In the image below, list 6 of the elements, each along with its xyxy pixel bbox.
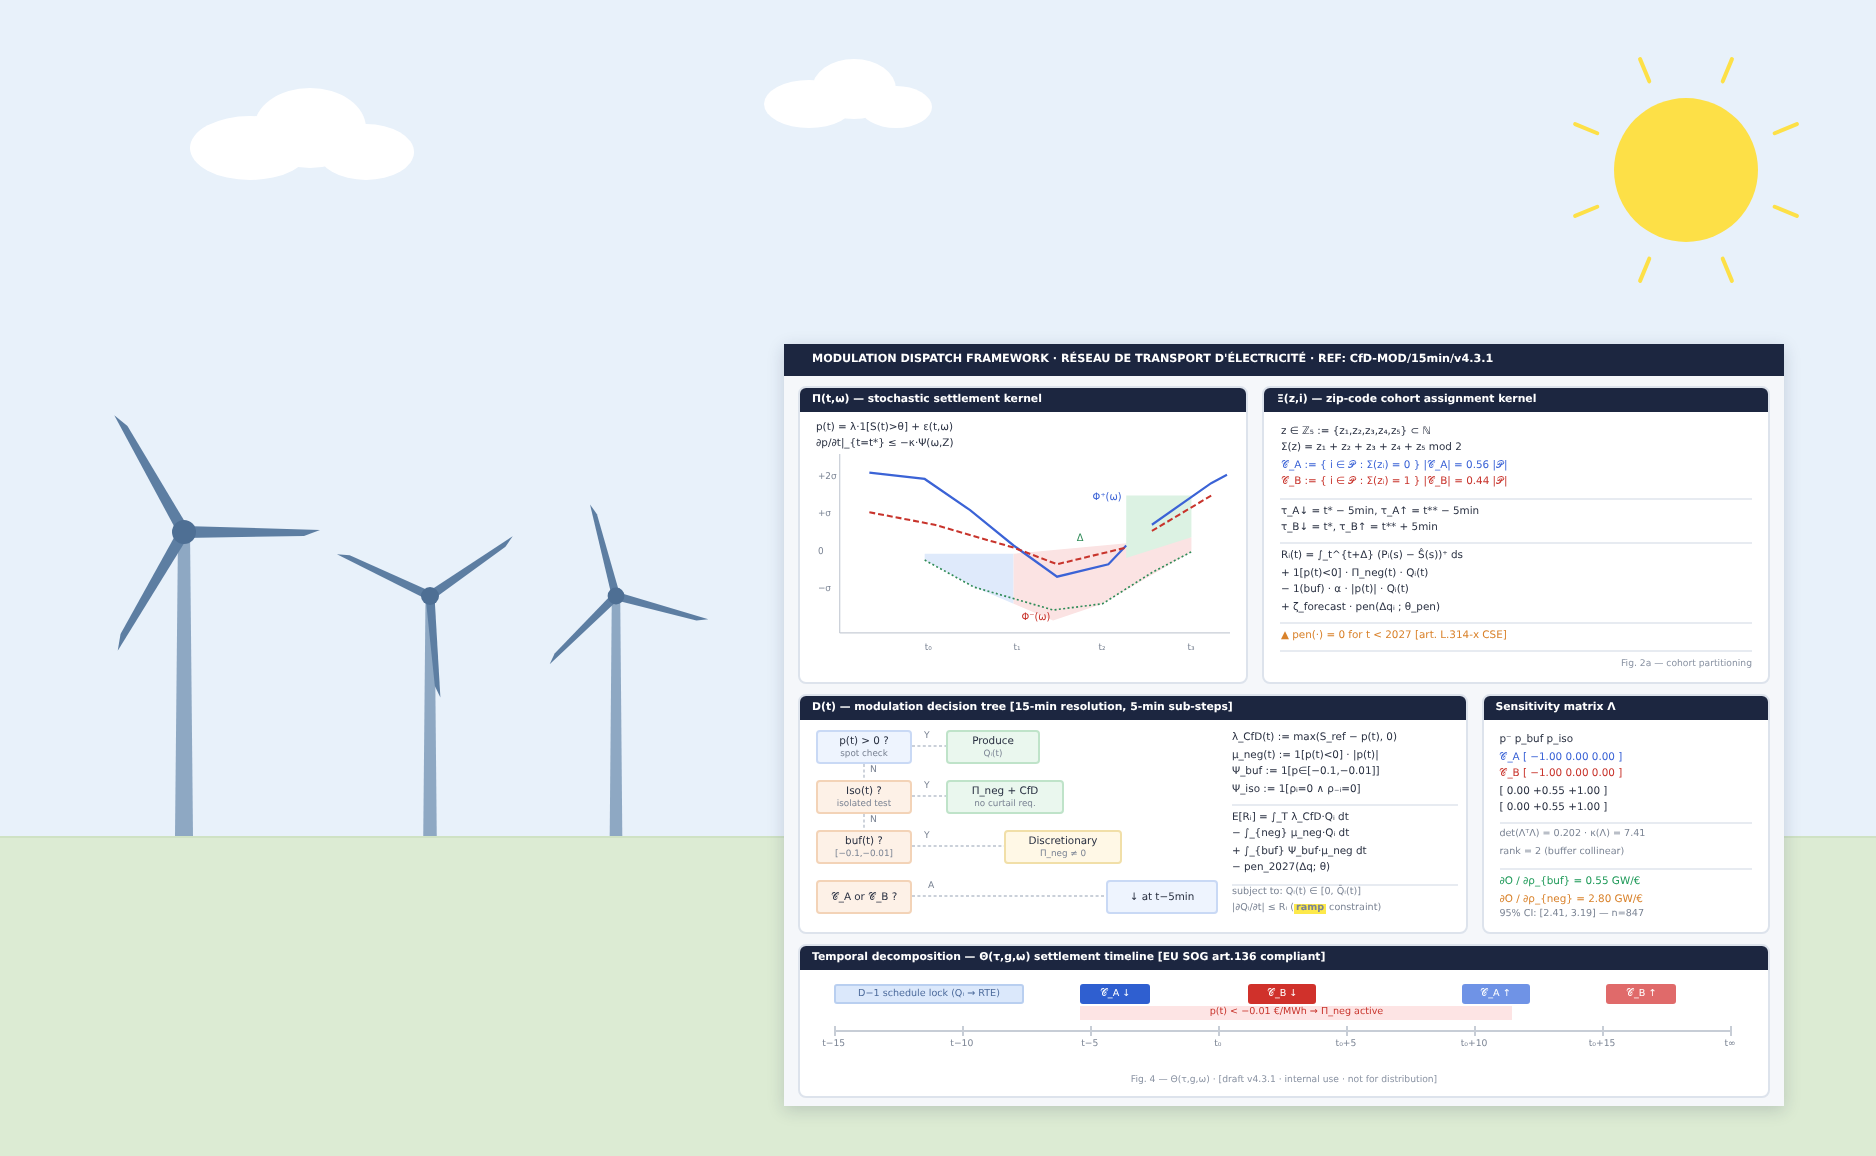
connector-line xyxy=(911,746,947,748)
connector-line xyxy=(863,814,865,832)
connector-line xyxy=(911,796,947,798)
sun-icon xyxy=(1573,57,1799,283)
connector-line xyxy=(863,764,865,782)
connector-line xyxy=(911,846,1005,848)
